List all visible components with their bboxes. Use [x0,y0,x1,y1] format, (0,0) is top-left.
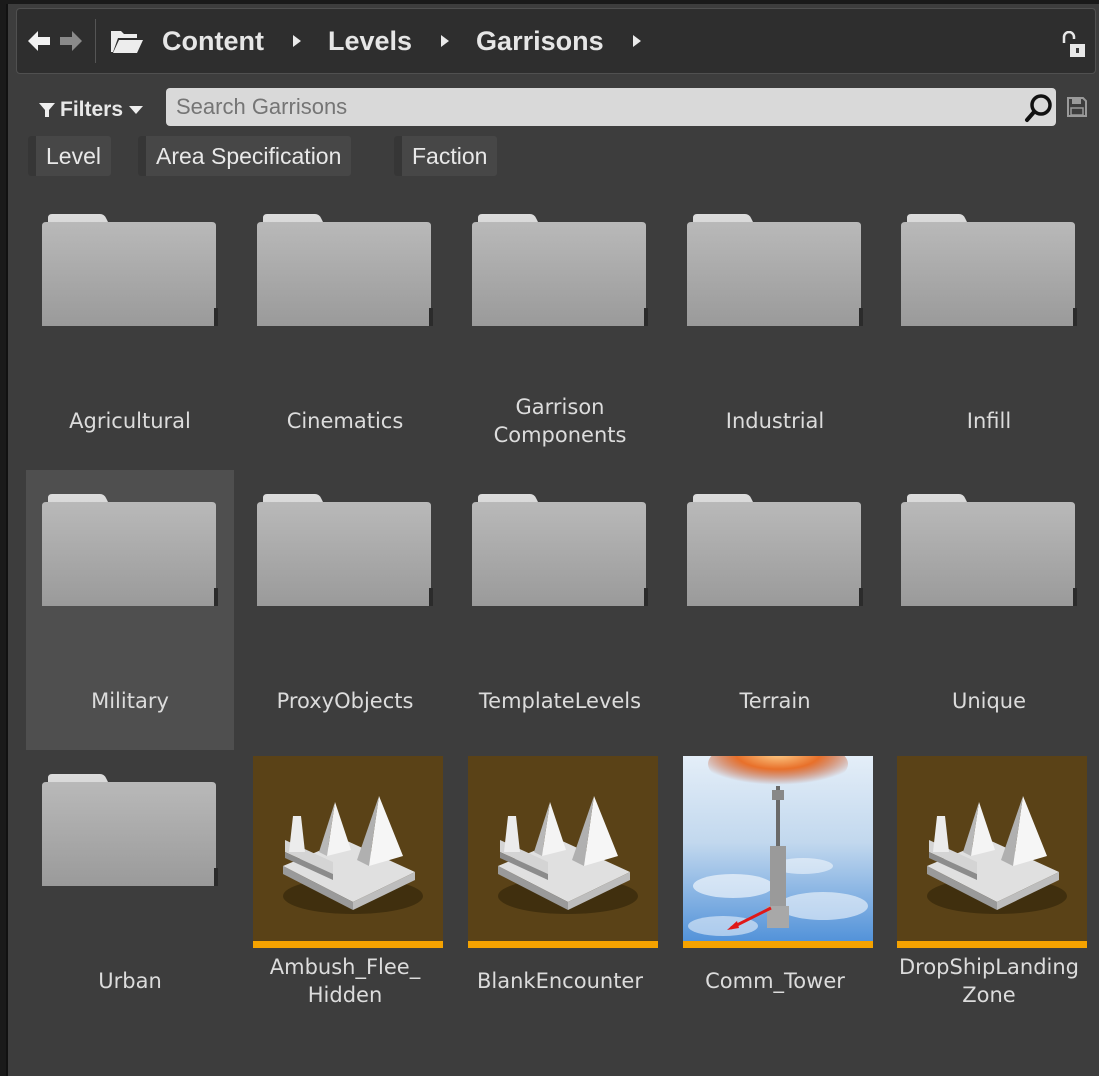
tile-label: Infill [966,409,1012,433]
folder-icon [687,494,863,606]
filters-label: Filters [60,98,124,121]
chip-label: Faction [412,142,488,169]
breadcrumb-arrow-icon[interactable] [440,34,450,48]
level-tile-ambush-flee-hidden[interactable]: Ambush_Flee_ Hidden [241,750,449,1030]
filter-chip-area-specification[interactable]: Area Specification [138,136,352,176]
tile-label: Industrial [725,409,825,433]
tile-label: DropShipLanding Zone [898,955,1079,1007]
tower-screenshot-thumbnail [683,756,873,948]
level-tile-blankencounter[interactable]: BlankEncounter [456,750,664,1030]
folder-tile-proxyobjects[interactable]: ProxyObjects [241,470,449,750]
folder-tile-agricultural[interactable]: Agricultural [26,190,234,470]
funnel-icon [39,103,55,117]
breadcrumb-item-levels[interactable]: Levels [328,26,412,57]
level-thumbnail [683,756,873,948]
folder-tile-unique[interactable]: Unique [885,470,1093,750]
breadcrumb-arrow-icon[interactable] [632,34,642,48]
breadcrumb: Content Levels Garrisons [110,26,668,57]
folder-tile-military[interactable]: Military [26,470,234,750]
tile-label: ProxyObjects [276,689,414,713]
forward-button[interactable] [55,21,87,61]
filters-dropdown[interactable]: Filters [38,94,144,126]
folder-icon [42,494,218,606]
search-input[interactable] [166,88,1056,126]
level-icon [927,796,1067,914]
unlock-icon[interactable] [1061,31,1087,59]
folder-icon [257,214,433,326]
content-browser: Content Levels Garrisons Filters Search … [6,4,1099,1076]
filter-chip-faction[interactable]: Faction [394,136,498,176]
folder-icon [472,214,648,326]
breadcrumb-arrow-icon[interactable] [292,34,302,48]
folder-icon [901,494,1077,606]
save-icon[interactable] [1066,96,1088,118]
tile-label: BlankEncounter [477,969,643,993]
breadcrumb-item-garrisons[interactable]: Garrisons [476,26,604,57]
folder-icon [687,214,863,326]
folder-tile-terrain[interactable]: Terrain [671,470,879,750]
breadcrumb-item-content[interactable]: Content [162,26,264,57]
tile-label: Urban [98,969,162,993]
tile-label: TemplateLevels [478,689,642,713]
level-tile-dropshiplandingzone[interactable]: DropShipLanding Zone [885,750,1093,1030]
chip-label: Area Specification [156,142,342,169]
folder-tile-cinematics[interactable]: Cinematics [241,190,449,470]
tile-label: Military [91,689,169,713]
back-button[interactable] [23,21,55,61]
forward-arrow-icon [60,31,82,51]
tile-label: Comm_Tower [705,969,845,993]
chip-label: Level [46,142,101,169]
folder-icon [42,774,218,886]
level-thumbnail [468,756,658,948]
folder-tile-industrial[interactable]: Industrial [671,190,879,470]
chip-toggle[interactable] [138,136,146,176]
folder-icon [472,494,648,606]
level-type-accent-bar [683,941,873,948]
folder-icon [901,214,1077,326]
tile-label: Terrain [739,689,811,713]
folder-tile-templatelevels[interactable]: TemplateLevels [456,470,664,750]
nav-separator [95,19,96,63]
level-type-accent-bar [897,941,1087,948]
tile-label: Cinematics [286,409,404,433]
level-type-accent-bar [253,941,443,948]
level-tile-comm-tower[interactable]: Comm_Tower [671,750,879,1030]
back-arrow-icon [28,31,50,51]
open-folder-icon [111,31,143,53]
tile-label: Ambush_Flee_ Hidden [269,955,421,1007]
search-icon[interactable] [1024,93,1054,123]
filter-chip-level[interactable]: Level [28,136,111,176]
level-icon [498,796,638,914]
tile-label: Unique [951,689,1027,713]
folder-tile-infill[interactable]: Infill [885,190,1093,470]
level-thumbnail [253,756,443,948]
level-type-accent-bar [468,941,658,948]
chip-toggle[interactable] [394,136,402,176]
folder-icon [257,494,433,606]
folder-icon [42,214,218,326]
folder-tile-urban[interactable]: Urban [26,750,234,1030]
level-thumbnail [897,756,1087,948]
chip-toggle[interactable] [28,136,36,176]
chevron-down-icon [129,106,144,114]
path-bar: Content Levels Garrisons [16,8,1096,74]
tile-label: Garrison Components [493,395,627,447]
level-icon [283,796,423,914]
tile-label: Agricultural [69,409,191,433]
folder-tile-garrison-components[interactable]: Garrison Components [456,190,664,470]
